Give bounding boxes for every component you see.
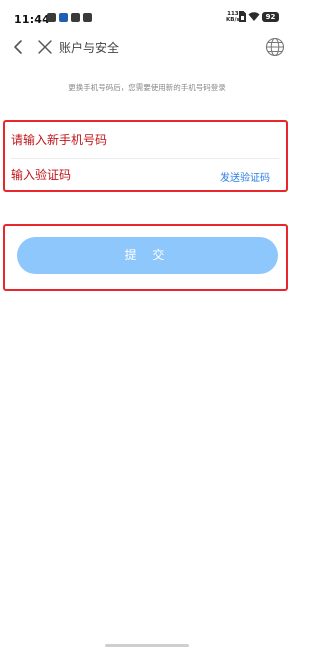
- globe-icon[interactable]: [265, 37, 285, 57]
- send-code-button[interactable]: 发送验证码: [220, 169, 270, 184]
- notification-app-icon: [71, 13, 80, 22]
- change-phone-hint: 更换手机号码后，您需要使用新的手机号码登录: [68, 83, 226, 92]
- wifi-icon: [248, 12, 260, 21]
- status-time: 11:44: [14, 13, 51, 26]
- home-indicator: [105, 644, 189, 647]
- battery-indicator: 92: [262, 12, 279, 22]
- notification-app-icon: [59, 13, 68, 22]
- page-title: 账户与安全: [59, 41, 120, 55]
- nav-bar: 账户与安全: [0, 36, 294, 58]
- sim-card-icon: [239, 11, 246, 22]
- close-icon[interactable]: [36, 38, 54, 56]
- notification-app-icon: [83, 13, 92, 22]
- verification-code-input[interactable]: [9, 160, 201, 190]
- notification-app-icon: [47, 13, 56, 22]
- submit-area: 提 交: [3, 224, 288, 291]
- new-phone-input[interactable]: [9, 124, 281, 156]
- chevron-left-icon[interactable]: [10, 38, 28, 56]
- status-bar: 11:44 113 KB/s 92: [0, 0, 294, 36]
- submit-button[interactable]: 提 交: [17, 237, 278, 274]
- field-divider: [11, 158, 279, 159]
- phone-change-form: 发送验证码: [3, 120, 288, 192]
